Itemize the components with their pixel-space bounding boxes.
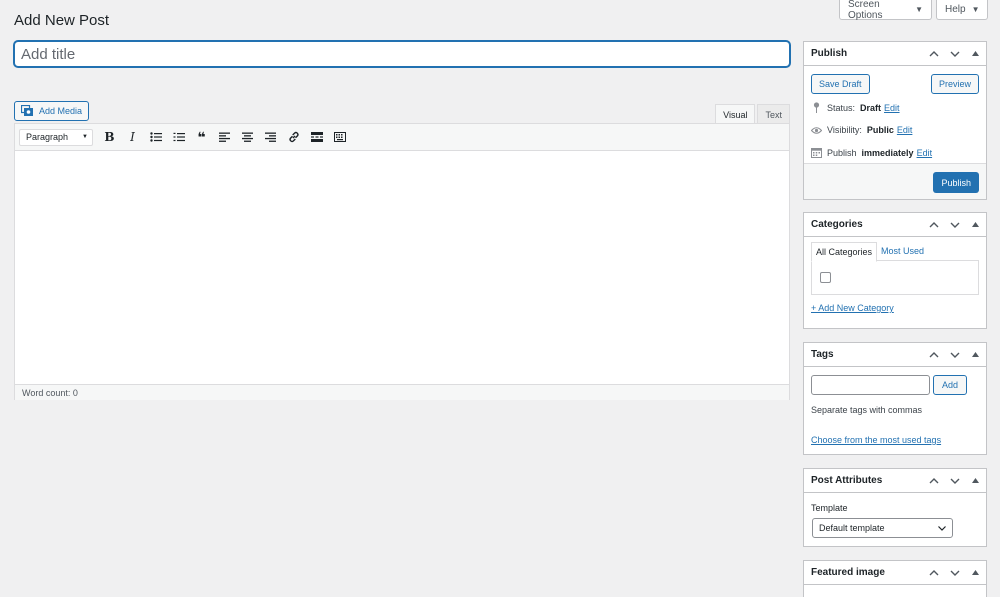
tags-box-header: Tags: [804, 343, 986, 367]
caret-down-icon: ▼: [915, 5, 923, 14]
eye-icon: [811, 126, 822, 134]
editor-content-area[interactable]: [15, 151, 789, 384]
publish-label: Publish: [827, 147, 857, 158]
move-down-icon[interactable]: [944, 214, 965, 236]
chevron-down-icon: [938, 525, 946, 531]
calendar-icon: [811, 147, 822, 158]
move-down-icon[interactable]: [944, 562, 965, 584]
collapse-toggle-icon[interactable]: [965, 562, 986, 584]
collapse-toggle-icon[interactable]: [965, 43, 986, 65]
template-select[interactable]: Default template: [812, 518, 953, 538]
publish-box-header: Publish: [804, 42, 986, 66]
add-media-button[interactable]: Add Media: [14, 101, 90, 121]
status-row: Status: Draft Edit: [811, 102, 900, 113]
publish-value: immediately: [861, 147, 914, 158]
edit-schedule-link[interactable]: Edit: [917, 148, 933, 158]
move-down-icon[interactable]: [944, 470, 965, 492]
help-button[interactable]: Help ▼: [936, 0, 988, 20]
align-left-icon[interactable]: [214, 127, 235, 147]
status-label: Status:: [827, 102, 856, 113]
move-up-icon[interactable]: [923, 470, 944, 492]
blockquote-icon[interactable]: ❝: [191, 127, 212, 147]
categories-box-header: Categories: [804, 213, 986, 237]
edit-visibility-link[interactable]: Edit: [897, 125, 913, 135]
publish-button[interactable]: Publish: [933, 172, 979, 193]
add-tag-button[interactable]: Add: [933, 375, 968, 395]
tab-most-used[interactable]: Most Used: [877, 242, 928, 262]
post-title-input[interactable]: [14, 41, 790, 67]
insert-link-icon[interactable]: [283, 127, 304, 147]
visibility-value: Public: [866, 125, 894, 135]
italic-icon[interactable]: I: [122, 127, 143, 147]
page-title: Add New Post: [14, 12, 110, 29]
add-new-category-link[interactable]: + Add New Category: [811, 303, 894, 313]
align-center-icon[interactable]: [237, 127, 258, 147]
word-count: Word count: 0: [22, 387, 78, 398]
tags-box: Tags Add Separate tags with commas Choos…: [803, 342, 987, 455]
post-attributes-box: Post Attributes Template Default templat…: [803, 468, 987, 547]
move-down-icon[interactable]: [944, 43, 965, 65]
numbered-list-icon[interactable]: [168, 127, 189, 147]
category-list: [811, 260, 979, 295]
bulleted-list-icon[interactable]: [145, 127, 166, 147]
collapse-toggle-icon[interactable]: [965, 344, 986, 366]
move-down-icon[interactable]: [944, 344, 965, 366]
categories-box-title: Categories: [811, 219, 863, 230]
publish-box-title: Publish: [811, 48, 848, 59]
editor-status-bar: Word count: 0: [15, 384, 789, 400]
screen-options-button[interactable]: Screen Options ▼: [839, 0, 932, 21]
pin-icon: [811, 102, 822, 113]
classic-editor: Paragraph ▼ B I ❝ Word count: 0: [14, 123, 790, 400]
featured-image-title: Featured image: [811, 567, 885, 578]
category-checkbox[interactable]: [820, 272, 831, 283]
preview-button[interactable]: Preview: [930, 74, 979, 94]
bold-icon[interactable]: B: [99, 127, 120, 147]
tab-visual[interactable]: Visual: [715, 104, 756, 124]
media-icon: [21, 105, 33, 116]
featured-image-box: Featured image: [803, 560, 987, 597]
featured-image-header: Featured image: [804, 561, 986, 585]
edit-status-link[interactable]: Edit: [884, 103, 900, 113]
move-up-icon[interactable]: [923, 562, 944, 584]
tag-input[interactable]: [811, 375, 930, 395]
format-select-value: Paragraph: [26, 132, 69, 142]
collapse-toggle-icon[interactable]: [965, 214, 986, 236]
save-draft-button[interactable]: Save Draft: [811, 74, 870, 94]
tags-box-title: Tags: [811, 349, 834, 360]
add-media-label: Add Media: [39, 106, 83, 116]
post-attributes-title: Post Attributes: [811, 475, 883, 486]
status-value: Draft: [860, 102, 882, 113]
tab-text[interactable]: Text: [757, 104, 790, 124]
publish-box: Publish Save Draft Preview Status: Draft …: [803, 41, 987, 200]
format-select[interactable]: Paragraph ▼: [19, 128, 93, 146]
post-attributes-header: Post Attributes: [804, 469, 986, 493]
move-up-icon[interactable]: [923, 214, 944, 236]
editor-mode-tabs: Visual Text: [715, 104, 790, 124]
schedule-row: Publish immediately Edit: [811, 147, 932, 158]
template-select-value: Default template: [819, 523, 885, 533]
visibility-row: Visibility: Public Edit: [811, 125, 912, 135]
template-label: Template: [811, 503, 848, 513]
tags-help-text: Separate tags with commas: [811, 405, 923, 415]
toolbar-toggle-icon[interactable]: [329, 127, 350, 147]
visibility-label: Visibility:: [827, 125, 862, 135]
category-tabs: All Categories Most Used: [811, 242, 928, 262]
collapse-toggle-icon[interactable]: [965, 470, 986, 492]
publish-actions: Publish: [804, 163, 986, 199]
choose-tags-link[interactable]: Choose from the most used tags: [811, 435, 941, 445]
help-label: Help: [945, 4, 966, 15]
caret-down-icon: ▼: [971, 5, 980, 14]
move-up-icon[interactable]: [923, 43, 944, 65]
editor-toolbar: Paragraph ▼ B I ❝: [15, 124, 789, 151]
move-up-icon[interactable]: [923, 344, 944, 366]
tab-all-categories[interactable]: All Categories: [811, 242, 878, 262]
caret-down-icon: ▼: [82, 134, 88, 140]
read-more-icon[interactable]: [306, 127, 327, 147]
screen-options-label: Screen Options: [848, 0, 883, 21]
align-right-icon[interactable]: [260, 127, 281, 147]
categories-box: Categories All Categories Most Used + Ad…: [803, 212, 987, 329]
